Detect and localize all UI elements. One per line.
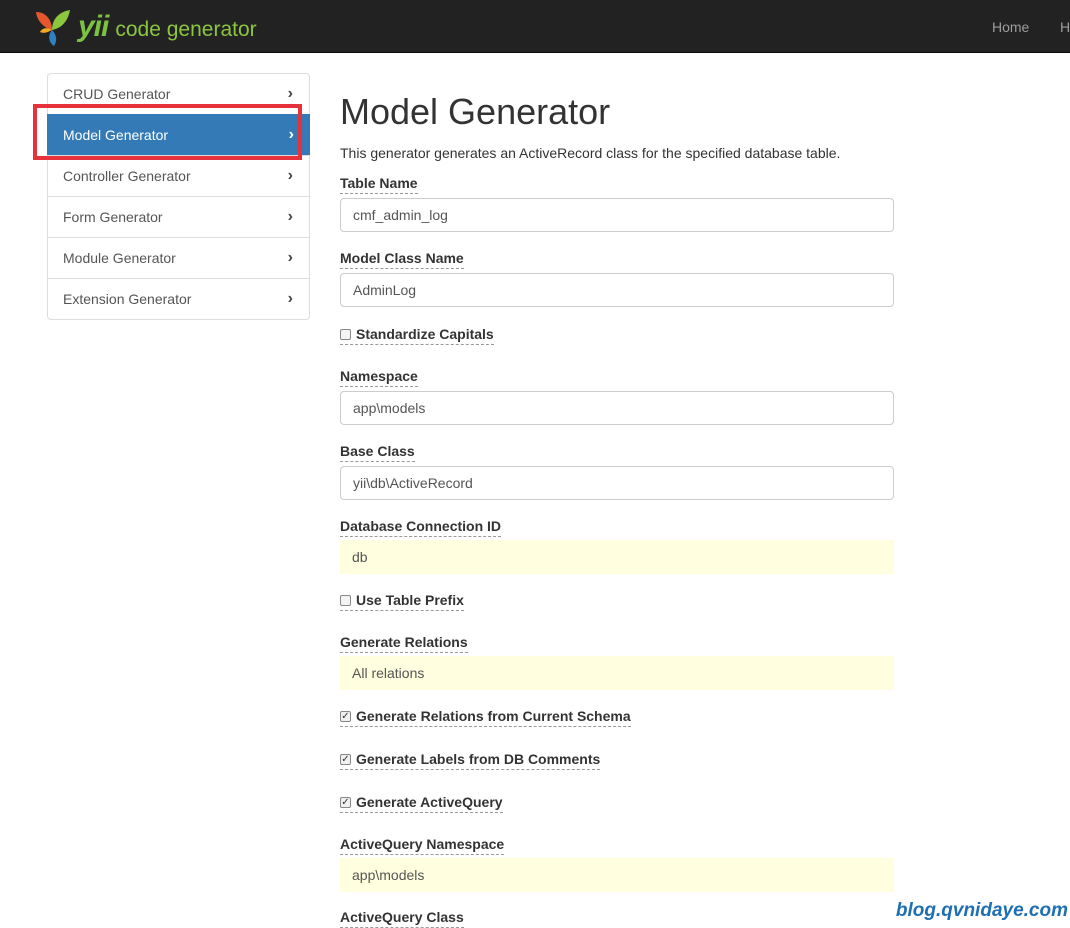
nav-home-link[interactable]: Home: [992, 19, 1029, 35]
db-connection-id-label: Database Connection ID: [340, 518, 502, 537]
brand-code-generator-text: code generator: [115, 18, 257, 41]
sidebar-item-extension-generator[interactable]: Extension Generator ›: [48, 278, 309, 319]
brand-logo[interactable]: yii code generator: [32, 6, 257, 48]
table-name-input[interactable]: cmf_admin_log: [340, 198, 894, 232]
checkbox-checked-icon[interactable]: ✓: [340, 710, 351, 722]
checkbox-unchecked-icon[interactable]: [340, 328, 351, 340]
sidebar-item-label: Module Generator: [63, 250, 176, 266]
top-navbar: yii code generator Home H: [0, 0, 1070, 53]
use-table-prefix-checkbox[interactable]: Use Table Prefix: [340, 592, 464, 611]
watermark-text: blog.qvnidaye.com: [895, 900, 1068, 921]
relations-from-schema-label: Generate Relations from Current Schema: [356, 708, 631, 724]
brand-yii-text: yii: [78, 10, 109, 43]
sidebar-item-form-generator[interactable]: Form Generator ›: [48, 196, 309, 237]
chevron-right-icon: ›: [287, 167, 293, 184]
sidebar-item-label: CRUD Generator: [63, 86, 171, 102]
use-table-prefix-label: Use Table Prefix: [356, 592, 464, 608]
namespace-input[interactable]: app\models: [340, 391, 894, 425]
namespace-label: Namespace: [340, 368, 418, 387]
checkbox-checked-icon[interactable]: ✓: [340, 796, 351, 808]
labels-from-db-checkbox[interactable]: ✓ Generate Labels from DB Comments: [340, 751, 601, 770]
activequery-namespace-input[interactable]: app\models: [340, 858, 894, 892]
table-name-label: Table Name: [340, 175, 418, 194]
chevron-right-icon: ›: [287, 290, 293, 307]
sidebar-item-label: Extension Generator: [63, 291, 192, 307]
checkbox-checked-icon[interactable]: ✓: [340, 753, 351, 765]
nav-help-link[interactable]: H: [1060, 19, 1070, 35]
sidebar-item-controller-generator[interactable]: Controller Generator ›: [48, 155, 309, 196]
model-class-name-input[interactable]: AdminLog: [340, 273, 894, 307]
chevron-right-icon: ›: [287, 249, 293, 266]
page-description: This generator generates an ActiveRecord…: [340, 145, 841, 161]
generate-activequery-checkbox[interactable]: ✓ Generate ActiveQuery: [340, 794, 503, 813]
db-connection-id-input[interactable]: db: [340, 540, 894, 574]
labels-from-db-label: Generate Labels from DB Comments: [356, 751, 601, 767]
activequery-class-label: ActiveQuery Class: [340, 909, 464, 928]
generate-relations-label: Generate Relations: [340, 634, 468, 653]
generate-activequery-label: Generate ActiveQuery: [356, 794, 503, 810]
activequery-namespace-label: ActiveQuery Namespace: [340, 836, 505, 855]
relations-from-schema-checkbox[interactable]: ✓ Generate Relations from Current Schema: [340, 708, 631, 727]
checkbox-unchecked-icon[interactable]: [340, 594, 351, 606]
sidebar-item-module-generator[interactable]: Module Generator ›: [48, 237, 309, 278]
standardize-capitals-label: Standardize Capitals: [356, 326, 494, 342]
base-class-input[interactable]: yii\db\ActiveRecord: [340, 466, 894, 500]
standardize-capitals-checkbox[interactable]: Standardize Capitals: [340, 326, 494, 345]
base-class-label: Base Class: [340, 443, 415, 462]
red-highlight-box: [33, 104, 302, 160]
sidebar-item-label: Controller Generator: [63, 168, 191, 184]
page-title: Model Generator: [340, 91, 611, 132]
model-class-name-label: Model Class Name: [340, 250, 464, 269]
sidebar-item-label: Form Generator: [63, 209, 163, 225]
generate-relations-select[interactable]: All relations: [340, 656, 894, 690]
yii-leaf-icon: [36, 10, 70, 46]
chevron-right-icon: ›: [287, 208, 293, 225]
